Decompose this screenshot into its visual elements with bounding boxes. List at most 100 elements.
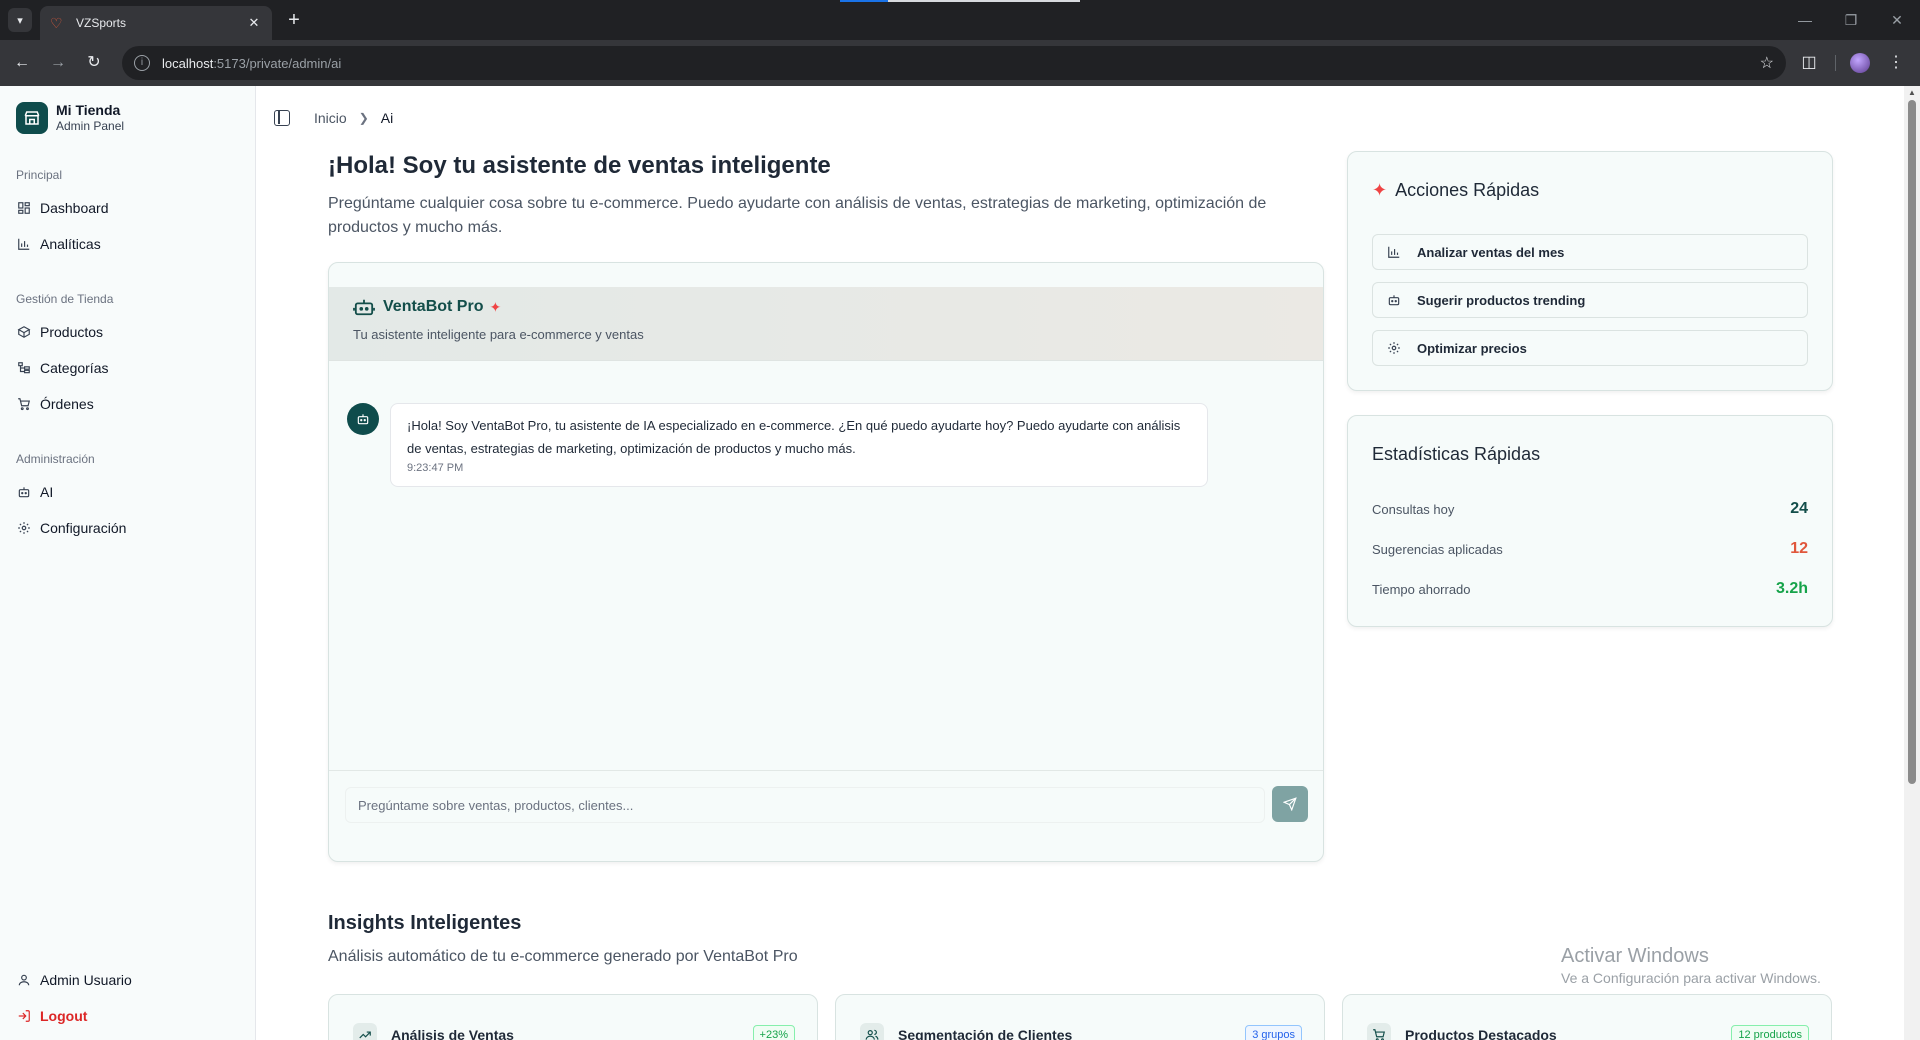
chat-panel: VentaBot Pro ✦ Tu asistente inteligente … xyxy=(328,262,1324,862)
close-tab-icon[interactable]: ✕ xyxy=(246,15,262,31)
minimize-button[interactable]: — xyxy=(1782,0,1828,40)
bot-icon xyxy=(1387,293,1403,307)
chat-message-time: 9:23:47 PM xyxy=(407,462,464,474)
sidebar-item-user[interactable]: Admin Usuario xyxy=(0,962,256,998)
browser-menu-icon[interactable]: ⋮ xyxy=(1884,51,1908,75)
cart-icon xyxy=(16,396,32,412)
browser-tab-bar: ▾ ♡ VZSports ✕ + — ❐ ✕ xyxy=(0,0,1920,40)
nav-group-label: Gestión de Tienda xyxy=(16,292,114,306)
sidebar-item-label: Categorías xyxy=(40,360,109,376)
brand[interactable]: Mi Tienda Admin Panel xyxy=(16,102,124,134)
send-icon xyxy=(1283,797,1297,811)
sparkles-icon: ✦ xyxy=(1372,180,1388,200)
scroll-thumb[interactable] xyxy=(1908,100,1916,784)
page-scrollbar[interactable]: ▲ xyxy=(1904,86,1920,1040)
insight-card-title: Segmentación de Clientes xyxy=(898,1027,1073,1040)
quick-action-label: Sugerir productos trending xyxy=(1417,292,1586,308)
sidebar-item-categorias[interactable]: Categorías xyxy=(0,350,256,386)
bot-icon xyxy=(16,484,32,500)
insight-card-title: Análisis de Ventas xyxy=(391,1027,514,1040)
logout-label: Logout xyxy=(40,1008,88,1024)
restore-button[interactable]: ❐ xyxy=(1828,0,1874,40)
watermark-subtitle: Ve a Configuración para activar Windows. xyxy=(1561,970,1821,986)
chat-input[interactable] xyxy=(345,787,1265,823)
forward-icon[interactable]: → xyxy=(46,51,70,75)
tab-strip-indicator-active xyxy=(840,0,888,2)
insights-title: Insights Inteligentes xyxy=(328,912,522,934)
stat-label: Sugerencias aplicadas xyxy=(1372,541,1503,557)
bookmark-star-icon[interactable]: ☆ xyxy=(1760,53,1774,73)
sidebar-item-ai[interactable]: AI xyxy=(0,474,256,510)
user-icon xyxy=(16,972,32,988)
sidebar-item-dashboard[interactable]: Dashboard xyxy=(0,190,256,226)
quick-stats-card: Estadísticas Rápidas Consultas hoy 24 Su… xyxy=(1347,415,1833,627)
bot-avatar xyxy=(347,403,379,435)
profile-avatar[interactable] xyxy=(1850,53,1870,73)
chevron-right-icon: ❯ xyxy=(358,111,369,125)
stat-row: Sugerencias aplicadas 12 xyxy=(1372,540,1808,558)
tab-title: VZSports xyxy=(76,16,127,30)
nav-group-label: Principal xyxy=(16,168,63,182)
watermark-title: Activar Windows xyxy=(1561,945,1709,967)
quick-actions-card: ✦ Acciones Rápidas Analizar ventas del m… xyxy=(1347,151,1833,391)
breadcrumb-current: Ai xyxy=(380,110,394,126)
window-controls: — ❐ ✕ xyxy=(1782,0,1920,40)
sidebar-item-ordenes[interactable]: Órdenes xyxy=(0,386,256,422)
gear-icon xyxy=(16,520,32,536)
cart-icon xyxy=(1367,1023,1391,1040)
users-icon xyxy=(860,1023,884,1040)
site-info-icon[interactable]: i xyxy=(134,55,150,71)
sidebar-toggle-icon[interactable] xyxy=(274,110,290,126)
chat-bot-subtitle: Tu asistente inteligente para e-commerce… xyxy=(353,327,644,342)
stat-row: Tiempo ahorrado 3.2h xyxy=(1372,580,1808,598)
sidebar-item-analiticas[interactable]: Analíticas xyxy=(0,226,256,262)
sidebar-item-label: Analíticas xyxy=(40,236,101,252)
analyze-sales-button[interactable]: Analizar ventas del mes xyxy=(1372,234,1808,270)
insight-badge: 12 productos xyxy=(1731,1025,1809,1040)
extensions-icon[interactable]: ◫ xyxy=(1797,51,1821,75)
nav-group-tienda: Gestión de Tienda Productos Categorías Ó… xyxy=(0,290,256,422)
bot-icon xyxy=(353,297,375,317)
address-bar[interactable]: i localhost:5173/private/admin/ai ☆ xyxy=(122,46,1786,80)
main-content: Inicio ❯ Ai ¡Hola! Soy tu asistente de v… xyxy=(257,86,1904,1040)
tab-search-button[interactable]: ▾ xyxy=(8,8,32,32)
bar-chart-icon xyxy=(16,236,32,252)
chat-message-text: ¡Hola! Soy VentaBot Pro, tu asistente de… xyxy=(407,418,1181,456)
insight-card-segments[interactable]: Segmentación de Clientes 3 grupos xyxy=(835,994,1325,1040)
reload-icon[interactable]: ↻ xyxy=(82,51,106,75)
insight-card-products[interactable]: Productos Destacados 12 productos xyxy=(1342,994,1832,1040)
back-icon[interactable]: ← xyxy=(10,51,34,75)
stat-value: 3.2h xyxy=(1775,580,1808,597)
sidebar: Mi Tienda Admin Panel Principal Dashboar… xyxy=(0,86,256,1040)
logout-button[interactable]: Logout xyxy=(0,998,256,1034)
toolbar-divider xyxy=(1835,55,1836,71)
sidebar-item-label: Dashboard xyxy=(40,200,109,216)
chat-header: VentaBot Pro ✦ Tu asistente inteligente … xyxy=(329,287,1323,361)
insight-card-sales[interactable]: Análisis de Ventas +23% xyxy=(328,994,818,1040)
folder-tree-icon xyxy=(16,360,32,376)
quick-stats-title: Estadísticas Rápidas xyxy=(1372,444,1541,464)
breadcrumb-home[interactable]: Inicio xyxy=(314,110,347,126)
chat-composer xyxy=(329,770,1323,861)
browser-tab[interactable]: ♡ VZSports ✕ xyxy=(40,6,272,40)
insights-subtitle: Análisis automático de tu e-commerce gen… xyxy=(328,948,798,965)
close-window-button[interactable]: ✕ xyxy=(1874,0,1920,40)
breadcrumb: Inicio ❯ Ai xyxy=(274,110,393,126)
scroll-up-icon[interactable]: ▲ xyxy=(1908,88,1916,97)
chat-message: ¡Hola! Soy VentaBot Pro, tu asistente de… xyxy=(390,403,1208,487)
sidebar-footer: Admin Usuario Logout xyxy=(0,962,256,1034)
logout-icon xyxy=(16,1008,32,1024)
chat-bot-name: VentaBot Pro xyxy=(383,298,484,315)
suggest-trending-button[interactable]: Sugerir productos trending xyxy=(1372,282,1808,318)
new-tab-button[interactable]: + xyxy=(282,8,306,32)
sidebar-item-configuracion[interactable]: Configuración xyxy=(0,510,256,546)
send-button[interactable] xyxy=(1272,786,1308,822)
quick-actions-title: Acciones Rápidas xyxy=(1395,180,1540,200)
sidebar-item-productos[interactable]: Productos xyxy=(0,314,256,350)
url-text: localhost:5173/private/admin/ai xyxy=(162,55,342,71)
nav-group-admin: Administración AI Configuración xyxy=(0,450,256,546)
sidebar-item-label: Productos xyxy=(40,324,104,340)
bar-chart-icon xyxy=(1387,245,1403,259)
optimize-prices-button[interactable]: Optimizar precios xyxy=(1372,330,1808,366)
quick-action-label: Analizar ventas del mes xyxy=(1417,244,1565,260)
